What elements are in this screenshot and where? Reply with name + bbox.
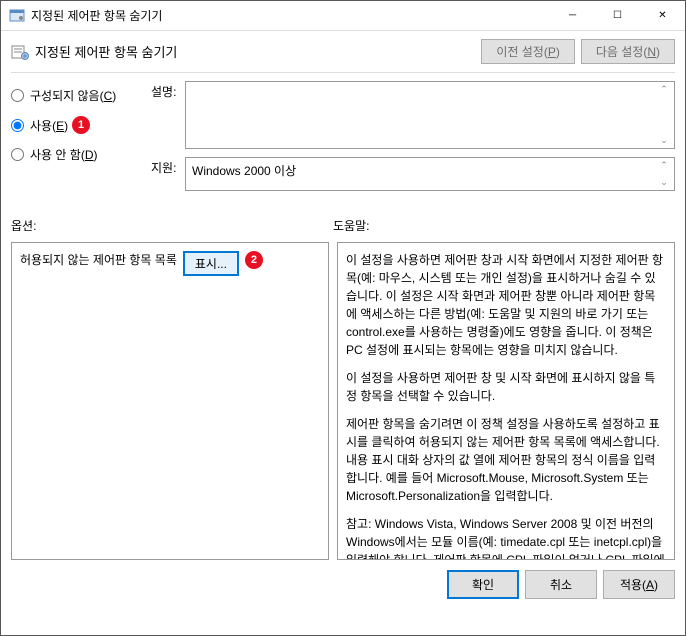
previous-setting-button[interactable]: 이전 설정(P) (481, 39, 575, 64)
help-paragraph-1: 이 설정을 사용하면 제어판 창과 시작 화면에서 지정한 제어판 항목(예: … (346, 251, 666, 359)
radio-enabled-label: 사용(E) (30, 117, 68, 134)
scroll-indicator: ⌃⌄ (656, 84, 672, 146)
fields: 설명: ⌃⌄ 지원: Windows 2000 이상 ⌃⌄ (151, 81, 675, 199)
radio-not-configured[interactable]: 구성되지 않음(C) (11, 87, 151, 104)
window-title: 지정된 제어판 항목 숨기기 (31, 7, 550, 24)
radio-disabled-label: 사용 안 함(D) (30, 146, 98, 163)
section-labels: 옵션: 도움말: (1, 199, 685, 238)
help-paragraph-2: 이 설정을 사용하면 제어판 창 및 시작 화면에 표시하지 않을 특정 항목을… (346, 369, 666, 405)
maximize-button[interactable]: ☐ (595, 1, 640, 30)
disallowed-list-label: 허용되지 않는 제어판 항목 목록 (20, 251, 177, 268)
supported-text: Windows 2000 이상 (192, 164, 296, 178)
radio-enabled-input[interactable] (11, 119, 24, 132)
radio-not-configured-input[interactable] (11, 89, 24, 102)
options-label: 옵션: (11, 217, 333, 234)
description-box[interactable]: ⌃⌄ (185, 81, 675, 149)
title-bar: 지정된 제어판 항목 숨기기 ─ ☐ ✕ (1, 1, 685, 31)
header-title: 지정된 제어판 항목 숨기기 (35, 42, 475, 61)
state-radios: 구성되지 않음(C) 사용(E) 1 사용 안 함(D) (11, 81, 151, 199)
help-pane[interactable]: 이 설정을 사용하면 제어판 창과 시작 화면에서 지정한 제어판 항목(예: … (337, 242, 675, 560)
footer: 확인 취소 적용(A) (1, 560, 685, 609)
marker-2-icon: 2 (245, 251, 263, 269)
app-icon (9, 8, 25, 24)
config-area: 구성되지 않음(C) 사용(E) 1 사용 안 함(D) 설명: ⌃⌄ 지원: … (1, 73, 685, 199)
help-label: 도움말: (333, 217, 369, 234)
supported-box: Windows 2000 이상 ⌃⌄ (185, 157, 675, 191)
marker-1-icon: 1 (72, 116, 90, 134)
minimize-button[interactable]: ─ (550, 1, 595, 30)
help-paragraph-3: 제어판 항목을 숨기려면 이 정책 설정을 사용하도록 설정하고 표시를 클릭하… (346, 415, 666, 505)
supported-label: 지원: (151, 157, 185, 191)
help-paragraph-4: 참고: Windows Vista, Windows Server 2008 및… (346, 515, 666, 560)
radio-enabled[interactable]: 사용(E) 1 (11, 116, 151, 134)
policy-icon (11, 43, 29, 61)
header: 지정된 제어판 항목 숨기기 이전 설정(P) 다음 설정(N) (1, 31, 685, 72)
apply-button[interactable]: 적용(A) (603, 570, 675, 599)
close-button[interactable]: ✕ (640, 1, 685, 30)
scroll-indicator-2: ⌃⌄ (656, 160, 672, 188)
show-button[interactable]: 표시... (183, 251, 239, 276)
next-setting-button[interactable]: 다음 설정(N) (581, 39, 675, 64)
options-pane: 허용되지 않는 제어판 항목 목록 표시... 2 (11, 242, 329, 560)
ok-button[interactable]: 확인 (447, 570, 519, 599)
radio-disabled[interactable]: 사용 안 함(D) (11, 146, 151, 163)
description-label: 설명: (151, 81, 185, 149)
radio-disabled-input[interactable] (11, 148, 24, 161)
radio-not-configured-label: 구성되지 않음(C) (30, 87, 116, 104)
cancel-button[interactable]: 취소 (525, 570, 597, 599)
panes: 허용되지 않는 제어판 항목 목록 표시... 2 이 설정을 사용하면 제어판… (1, 238, 685, 560)
